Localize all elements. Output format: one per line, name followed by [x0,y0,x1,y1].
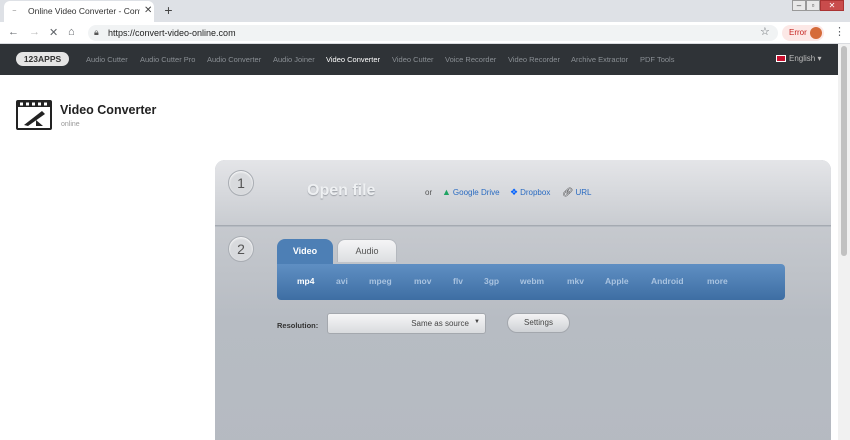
google-drive-link[interactable]: ▲ Google Drive [442,187,500,197]
avatar [810,27,822,39]
uk-flag-icon [776,55,786,63]
tab-video[interactable]: Video [277,239,333,264]
settings-button[interactable]: Settings [507,313,570,333]
step-format-select: 2 Video Audio mp4 avi mpeg mov flv 3gp w… [215,227,831,440]
nav-video-cutter[interactable]: Video Cutter [392,55,434,64]
nav-audio-joiner[interactable]: Audio Joiner [273,55,315,64]
nav-archive-extractor[interactable]: Archive Extractor [571,55,628,64]
format-mpeg[interactable]: mpeg [369,276,392,286]
format-3gp[interactable]: 3gp [484,276,499,286]
profile-error-button[interactable]: Error [782,25,824,41]
link-icon: 🔗︎ [562,187,574,197]
dropbox-label: Dropbox [520,188,551,197]
nav-video-recorder[interactable]: Video Recorder [508,55,560,64]
maximize-icon[interactable]: ▫ [806,0,820,11]
resolution-label: Resolution: [277,321,319,330]
language-label: English [789,54,816,63]
nav-voice-recorder[interactable]: Voice Recorder [445,55,496,64]
step-number-2: 2 [228,236,254,262]
google-drive-icon: ▲ [442,187,451,197]
format-flv[interactable]: flv [453,276,463,286]
format-mkv[interactable]: mkv [567,276,584,286]
site-logo[interactable]: 123APPS [16,52,69,66]
page-subtitle: online [61,121,80,128]
dropbox-icon: ❖ [510,187,519,197]
nav-audio-cutter[interactable]: Audio Cutter [86,55,128,64]
chevron-down-icon: ▾ [817,54,822,63]
format-more[interactable]: more [707,276,728,286]
converter-panel: 1 Open file or ▲ Google Drive ❖ Dropbox 🔗︎… [215,160,831,440]
url-link[interactable]: 🔗︎ URL [562,187,591,198]
format-mp4[interactable]: mp4 [297,276,314,286]
step-open-file: 1 Open file or ▲ Google Drive ❖ Dropbox 🔗︎… [215,160,831,226]
nav-video-converter[interactable]: Video Converter [326,55,380,64]
new-tab-button[interactable]: + [161,3,176,18]
format-android[interactable]: Android [651,276,684,286]
nav-audio-cutter-pro[interactable]: Audio Cutter Pro [140,55,195,64]
chevron-down-icon: ▼ [474,319,480,325]
forward-icon[interactable]: → [29,26,40,38]
browser-tab-bar: ⁻ Online Video Converter - Conve ✕ + – ▫… [0,0,850,22]
url-label: URL [575,188,592,197]
error-label: Error [789,28,807,37]
format-webm[interactable]: webm [520,276,544,286]
window-controls: – ▫ ✕ [792,0,844,12]
resolution-select[interactable]: Same as source ▼ [327,313,486,334]
scrollbar-thumb[interactable] [841,46,847,256]
browser-tab[interactable]: ⁻ Online Video Converter - Conve ✕ [4,1,154,22]
dropbox-link[interactable]: ❖ Dropbox [510,187,550,198]
url-text: https://convert-video-online.com [108,28,236,38]
address-bar[interactable]: 🔒︎ https://convert-video-online.com [88,25,778,41]
nav-audio-converter[interactable]: Audio Converter [207,55,261,64]
nav-pdf-tools[interactable]: PDF Tools [640,55,674,64]
resolution-value: Same as source [411,319,469,328]
minimize-icon[interactable]: – [792,0,806,11]
browser-toolbar: ← → ✕ ⌂ 🔒︎ https://convert-video-online.… [0,22,850,44]
loading-spinner-icon: ⁻ [12,7,17,17]
back-icon[interactable]: ← [8,26,19,38]
page-title: Video Converter [60,103,157,117]
video-converter-app-icon [16,100,52,130]
tab-audio[interactable]: Audio [337,239,397,262]
format-bar: mp4 avi mpeg mov flv 3gp webm mkv Apple … [277,264,785,300]
close-icon[interactable]: ✕ [144,5,152,16]
more-menu-icon[interactable]: ⋮ [834,25,845,38]
format-apple[interactable]: Apple [605,276,629,286]
stop-icon[interactable]: ✕ [49,26,58,39]
step-number-1: 1 [228,170,254,196]
language-selector[interactable]: English ▾ [776,54,822,63]
format-mov[interactable]: mov [414,276,431,286]
window-close-icon[interactable]: ✕ [820,0,844,11]
lock-icon: 🔒︎ [94,27,99,37]
google-drive-label: Google Drive [452,188,500,197]
home-icon[interactable]: ⌂ [68,26,75,38]
format-avi[interactable]: avi [336,276,348,286]
open-file-button[interactable]: Open file [307,182,375,200]
tab-title: Online Video Converter - Conve [28,6,140,16]
or-label: or [425,188,433,197]
site-nav: 123APPS Audio Cutter Audio Cutter Pro Au… [0,44,838,75]
bookmark-star-icon[interactable]: ☆ [760,25,770,38]
